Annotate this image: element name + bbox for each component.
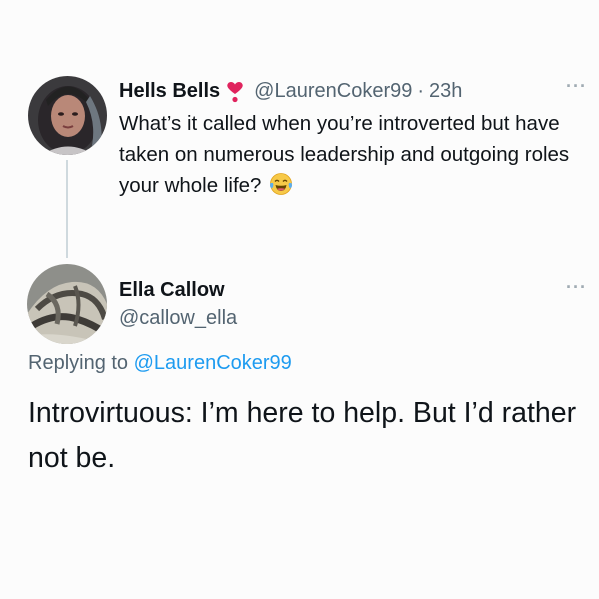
- timestamp[interactable]: 23h: [429, 80, 462, 103]
- tweet-body: What’s it called when you’re introverted…: [119, 112, 570, 197]
- tweet-text: What’s it called when you’re introverted…: [119, 108, 579, 205]
- more-options-icon[interactable]: ···: [566, 277, 587, 298]
- more-options-icon[interactable]: ···: [566, 76, 587, 97]
- heart-exclamation-icon: [226, 81, 244, 103]
- replying-to: Replying to @LaurenCoker99: [28, 352, 292, 375]
- avatar[interactable]: [28, 76, 107, 155]
- separator-dot: ·: [417, 80, 425, 102]
- author-handle[interactable]: @LaurenCoker99: [254, 80, 412, 103]
- tweet-header: Hells Bells @LaurenCoker99 · 23h: [119, 80, 579, 103]
- thread-connector-line: [66, 160, 68, 258]
- replying-to-mention[interactable]: @LaurenCoker99: [134, 352, 292, 374]
- author-name[interactable]: Hells Bells: [119, 80, 220, 103]
- reply-text: Introvirtuous: I’m here to help. But I’d…: [28, 397, 577, 474]
- reply-author-handle[interactable]: @callow_ella: [119, 307, 237, 330]
- tears-of-joy-emoji-icon: [269, 172, 293, 205]
- avatar[interactable]: [27, 264, 107, 344]
- reply-author-name[interactable]: Ella Callow: [119, 279, 225, 302]
- replying-to-label: Replying to: [28, 352, 129, 374]
